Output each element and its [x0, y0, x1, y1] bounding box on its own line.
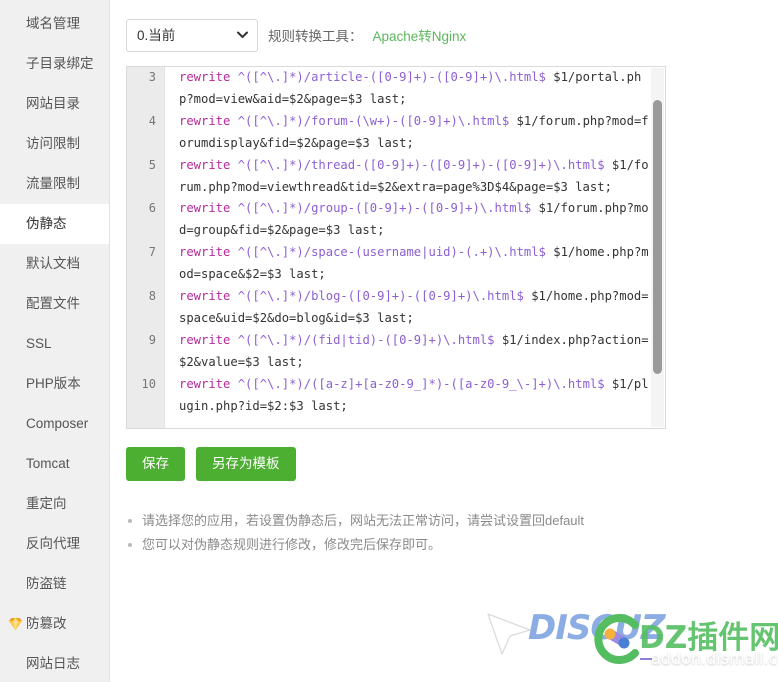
save-as-template-button[interactable]: 另存为模板 [196, 447, 296, 481]
sidebar-item-2[interactable]: 子目录绑定 [0, 44, 109, 84]
help-item: 您可以对伪静态规则进行修改，修改完后保存即可。 [126, 533, 626, 557]
sidebar-item-label: PHP版本 [26, 376, 81, 391]
code-line[interactable]: 4 rewrite ^([^\.]*)/forum-(\w+)-([0-9]+)\… [127, 111, 651, 155]
sidebar-item-11[interactable]: Composer [0, 404, 109, 444]
editor-code-body[interactable]: 3 rewrite ^([^\.]*)/article-([0-9]+)-([0-… [127, 67, 651, 418]
editor-scrollbar-thumb[interactable] [653, 100, 662, 374]
help-item: 请选择您的应用，若设置伪静态后，网站无法正常访问，请尝试设置回default [126, 509, 626, 533]
help-list: 请选择您的应用，若设置伪静态后，网站无法正常访问，请尝试设置回default 您可… [126, 509, 626, 557]
line-text[interactable]: rewrite ^([^\.]*)/forum-(\w+)-([0-9]+)\.… [165, 111, 651, 155]
code-line[interactable]: 5 rewrite ^([^\.]*)/thread-([0-9]+)-([0-9… [127, 155, 651, 199]
line-text[interactable]: rewrite ^([^\.]*)/group-([0-9]+)-([0-9]+… [165, 198, 651, 242]
sidebar-item-8[interactable]: 配置文件 [0, 284, 109, 324]
line-text[interactable]: rewrite ^([^\.]*)/(fid|tid)-([0-9]+)\.ht… [165, 330, 651, 374]
code-line[interactable]: 3 rewrite ^([^\.]*)/article-([0-9]+)-([0-… [127, 67, 651, 111]
line-number: 8 [148, 289, 156, 304]
code-line[interactable]: 6 rewrite ^([^\.]*)/group-([0-9]+)-([0-9]… [127, 198, 651, 242]
cursor-arrow-icon [487, 613, 531, 655]
code-line[interactable]: 10 rewrite ^([^\.]*)/([a-z]+[a-z0-9_]*)-(… [127, 374, 651, 418]
sidebar-item-label: 反向代理 [26, 536, 80, 551]
toolbar: 0.当前 规则转换工具： Apache转Nginx [126, 18, 762, 52]
sidebar-item-label: 流量限制 [26, 176, 80, 191]
line-number: 7 [148, 245, 156, 260]
sidebar: 域名管理子目录绑定网站目录访问限制流量限制伪静态默认文档配置文件 SSL PHP版本… [0, 0, 110, 682]
line-number: 5 [148, 157, 156, 172]
sidebar-item-label: 伪静态 [26, 216, 67, 231]
line-text[interactable]: rewrite ^([^\.]*)/space-(username|uid)-(… [165, 242, 651, 286]
editor-vertical-scrollbar[interactable] [651, 68, 664, 427]
editor-scroll-area: 3 rewrite ^([^\.]*)/article-([0-9]+)-([0-… [127, 67, 665, 428]
line-text[interactable]: rewrite ^([^\.]*)/([a-z]+[a-z0-9_]*)-([a… [165, 374, 651, 418]
line-number: 10 [141, 376, 156, 391]
code-line[interactable]: 8 rewrite ^([^\.]*)/blog-([0-9]+)-([0-9]+… [127, 286, 651, 330]
sidebar-item-label: 防盗链 [26, 576, 67, 591]
app-select[interactable]: 0.当前 [126, 18, 258, 52]
sidebar-item-4[interactable]: 访问限制 [0, 124, 109, 164]
sidebar-item-15[interactable]: 防盗链 [0, 564, 109, 604]
sidebar-item-10[interactable]: PHP版本 [0, 364, 109, 404]
converter-label: 规则转换工具： [268, 29, 363, 44]
code-line[interactable]: 9 rewrite ^([^\.]*)/(fid|tid)-([0-9]+)\.h… [127, 330, 651, 374]
watermark-url: addon.dismall.com [651, 649, 778, 668]
app-select-wrapper: 0.当前 [126, 18, 258, 52]
sidebar-item-17[interactable]: 网站日志 [0, 644, 109, 682]
rewrite-rules-editor[interactable]: 3 rewrite ^([^\.]*)/article-([0-9]+)-([0-… [126, 66, 666, 429]
sidebar-item-label: 访问限制 [26, 136, 80, 151]
line-number: 6 [148, 201, 156, 216]
sidebar-item-label: 默认文档 [26, 256, 80, 271]
sidebar-item-3[interactable]: 网站目录 [0, 84, 109, 124]
dz-logo-icon [594, 614, 639, 664]
sidebar-item-7[interactable]: 默认文档 [0, 244, 109, 284]
main-content: 0.当前 规则转换工具： Apache转Nginx 3 rewrite ^([^\… [110, 0, 778, 682]
sidebar-item-label: 配置文件 [26, 296, 80, 311]
line-text[interactable]: rewrite ^([^\.]*)/thread-([0-9]+)-([0-9]… [165, 155, 651, 199]
line-number: 3 [148, 70, 156, 84]
sidebar-item-1[interactable]: 域名管理 [0, 4, 109, 44]
line-number: 4 [148, 113, 156, 128]
line-text[interactable]: rewrite ^([^\.]*)/article-([0-9]+)-([0-9… [165, 67, 651, 111]
sidebar-item-label: Composer [26, 416, 89, 431]
action-buttons: 保存 另存为模板 [126, 447, 762, 481]
save-button[interactable]: 保存 [126, 447, 185, 481]
sidebar-item-label: 网站日志 [26, 656, 80, 671]
sidebar-item-label: Tomcat [26, 456, 70, 471]
code-line[interactable]: 7 rewrite ^([^\.]*)/space-(username|uid)-… [127, 242, 651, 286]
sidebar-item-5[interactable]: 流量限制 [0, 164, 109, 204]
watermark: DISCUZ DZ插件网 addon.dismall.com [476, 594, 778, 678]
sidebar-item-label: 防篡改 [26, 616, 67, 631]
sidebar-item-16[interactable]: 防篡改 [0, 604, 109, 644]
sidebar-item-14[interactable]: 反向代理 [0, 524, 109, 564]
watermark-suffix: DZ插件网 [639, 620, 778, 656]
sidebar-item-label: 子目录绑定 [26, 56, 94, 71]
line-number: 9 [148, 332, 156, 347]
sidebar-item-9[interactable]: SSL [0, 324, 109, 364]
watermark-dash [640, 658, 652, 660]
sidebar-item-label: 网站目录 [26, 96, 80, 111]
page-root: 域名管理子目录绑定网站目录访问限制流量限制伪静态默认文档配置文件 SSL PHP版本… [0, 0, 778, 682]
sidebar-item-12[interactable]: Tomcat [0, 444, 109, 484]
sidebar-item-label: 重定向 [26, 496, 67, 511]
sidebar-item-13[interactable]: 重定向 [0, 484, 109, 524]
apache-to-nginx-link[interactable]: Apache转Nginx [373, 25, 467, 45]
sidebar-item-label: 域名管理 [26, 16, 80, 31]
gem-icon [9, 618, 22, 630]
watermark-brand: DISCUZ [528, 608, 666, 648]
sidebar-item-6[interactable]: 伪静态 [0, 204, 109, 244]
line-text[interactable]: rewrite ^([^\.]*)/blog-([0-9]+)-([0-9]+)… [165, 286, 651, 330]
sidebar-item-label: SSL [26, 336, 52, 351]
